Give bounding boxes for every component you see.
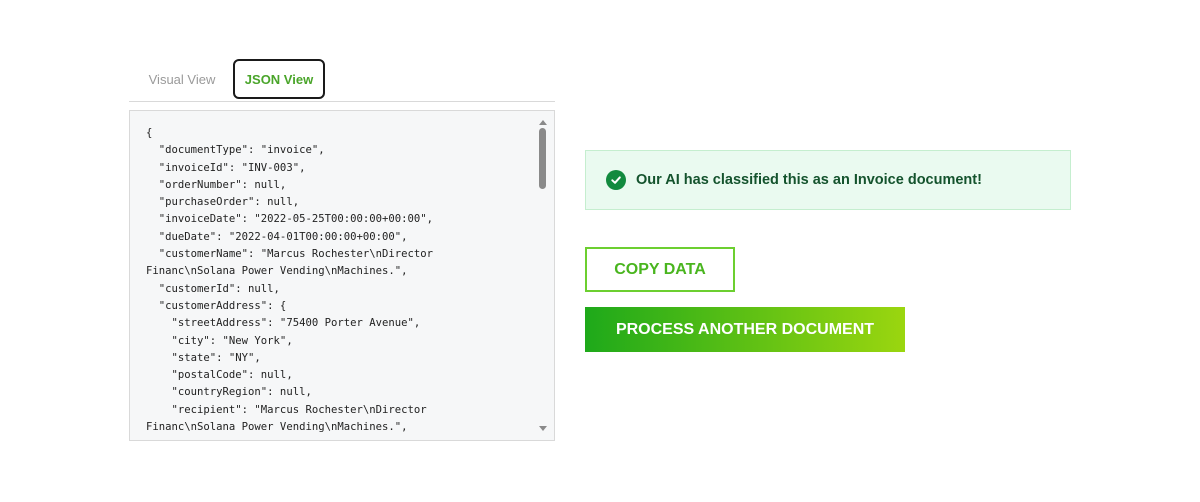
json-line: Financ\nSolana Power Vending\nMachines."… (146, 265, 408, 278)
view-tabs: Visual View JSON View (129, 59, 555, 102)
json-line: "dueDate": "2022-04-01T00:00:00+00:00", (146, 230, 408, 243)
json-line: { (146, 127, 153, 139)
json-code-block: { "documentType": "invoice", "invoiceId"… (146, 125, 528, 440)
page: Visual View JSON View { "documentType": … (0, 0, 1200, 502)
json-line: "customerName": "Marcus Rochester\nDirec… (146, 248, 434, 261)
json-line: "countryRegion": null, (146, 386, 312, 399)
scroll-up-arrow-icon[interactable] (539, 120, 547, 125)
process-another-document-button[interactable]: PROCESS ANOTHER DOCUMENT (585, 307, 905, 352)
json-line: Financ\nSolana Power Vending\nMachines."… (146, 421, 408, 434)
json-line: "purchaseOrder": null, (146, 196, 300, 209)
scroll-down-arrow-icon[interactable] (539, 426, 547, 431)
json-line: "orderNumber": null, (146, 178, 287, 191)
json-line: "streetAddress": "75400 Porter Avenue", (146, 317, 421, 330)
classification-banner: Our AI has classified this as an Invoice… (585, 150, 1071, 210)
tab-json-view[interactable]: JSON View (233, 59, 325, 99)
json-output-panel[interactable]: { "documentType": "invoice", "invoiceId"… (129, 110, 555, 441)
scroll-thumb[interactable] (539, 128, 546, 189)
classification-text: Our AI has classified this as an Invoice… (636, 172, 982, 188)
json-line: "customerAddress": { (146, 299, 287, 312)
copy-data-button[interactable]: COPY DATA (585, 247, 735, 292)
check-circle-icon (606, 170, 626, 190)
json-line: "invoiceId": "INV-003", (146, 161, 306, 174)
json-line: "city": "New York", (146, 334, 293, 347)
json-line: "customerId": null, (146, 282, 280, 295)
json-line: "documentType": "invoice", (146, 144, 325, 157)
json-line: "state": "NY", (146, 351, 261, 364)
json-scrollbar[interactable] (534, 111, 554, 440)
json-line: "postalCode": null, (146, 369, 293, 382)
json-line: "recipient": "Marcus Rochester\nDirector (146, 403, 427, 416)
tab-visual-view[interactable]: Visual View (137, 59, 227, 99)
json-line: "invoiceDate": "2022-05-25T00:00:00+00:0… (146, 213, 434, 226)
